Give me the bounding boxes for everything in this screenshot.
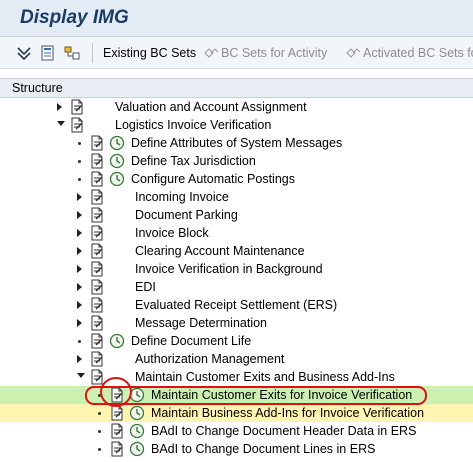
tree-node[interactable]: Maintain Customer Exits and Business Add…: [0, 368, 473, 386]
expand-subtree-icon[interactable]: [16, 45, 32, 61]
expand-arrow-icon[interactable]: [76, 228, 84, 238]
leaf-bullet: [78, 160, 81, 163]
execute-activity-icon[interactable]: [109, 333, 125, 349]
leaf-bullet: [78, 178, 81, 181]
activated-bc-sets-button[interactable]: Activated BC Sets fo: [345, 46, 473, 60]
expand-arrow-icon[interactable]: [76, 282, 84, 292]
annotation-rectangle: [85, 386, 427, 405]
tree-node-label[interactable]: Valuation and Account Assignment: [115, 100, 307, 114]
expand-arrow-icon[interactable]: [76, 300, 84, 310]
execute-activity-icon[interactable]: [129, 405, 145, 421]
tree-node-label[interactable]: Message Determination: [135, 316, 267, 330]
tree-node-label[interactable]: Authorization Management: [135, 352, 284, 366]
tree-node-label[interactable]: Clearing Account Maintenance: [135, 244, 305, 258]
documentation-icon[interactable]: [89, 351, 105, 367]
bc-set-icon: [203, 47, 219, 59]
bc-sets-for-activity-button[interactable]: BC Sets for Activity: [203, 46, 327, 60]
expand-arrow-icon[interactable]: [76, 264, 84, 274]
tree-node-label[interactable]: BAdI to Change Document Lines in ERS: [151, 442, 375, 456]
documentation-icon[interactable]: [109, 423, 125, 439]
tree-node[interactable]: Authorization Management: [0, 350, 473, 368]
tree-node[interactable]: Evaluated Receipt Settlement (ERS): [0, 296, 473, 314]
collapse-arrow-icon[interactable]: [76, 372, 85, 382]
leaf-bullet: [78, 142, 81, 145]
tree-node-label[interactable]: Define Document Life: [131, 334, 251, 348]
leaf-bullet: [98, 448, 101, 451]
tree-node[interactable]: Clearing Account Maintenance: [0, 242, 473, 260]
toolbar-separator: [92, 43, 93, 63]
leaf-bullet: [98, 412, 101, 415]
tree-node-label[interactable]: Invoice Block: [135, 226, 209, 240]
execute-activity-icon[interactable]: [109, 153, 125, 169]
tree-node-label[interactable]: Document Parking: [135, 208, 238, 222]
execute-activity-icon[interactable]: [129, 441, 145, 457]
documentation-icon[interactable]: [89, 315, 105, 331]
tree-node[interactable]: Define Document Life: [0, 332, 473, 350]
expand-arrow-icon[interactable]: [76, 318, 84, 328]
window-title: Display IMG: [20, 7, 129, 28]
tree-node-label[interactable]: BAdI to Change Document Header Data in E…: [151, 424, 416, 438]
tree-node-label[interactable]: EDI: [135, 280, 156, 294]
tree-node[interactable]: Valuation and Account Assignment: [0, 98, 473, 116]
bc-set-icon: [345, 47, 361, 59]
existing-bc-sets-button[interactable]: Existing BC Sets: [103, 46, 196, 60]
documentation-icon[interactable]: [69, 117, 85, 133]
tree-node-label[interactable]: Incoming Invoice: [135, 190, 229, 204]
documentation-icon[interactable]: [89, 225, 105, 241]
documentation-icon[interactable]: [69, 99, 85, 115]
hierarchy-icon[interactable]: [64, 45, 80, 61]
tree-node-label[interactable]: Configure Automatic Postings: [131, 172, 295, 186]
structure-header: Structure: [0, 78, 473, 98]
documentation-icon[interactable]: [89, 333, 105, 349]
tree-node[interactable]: Invoice Verification in Background: [0, 260, 473, 278]
tree-node[interactable]: Message Determination: [0, 314, 473, 332]
expand-arrow-icon[interactable]: [56, 102, 64, 112]
tree-node[interactable]: Configure Automatic Postings: [0, 170, 473, 188]
tree-node-label[interactable]: Logistics Invoice Verification: [115, 118, 271, 132]
tree-node[interactable]: BAdI to Change Document Header Data in E…: [0, 422, 473, 440]
documentation-icon[interactable]: [89, 297, 105, 313]
expand-arrow-icon[interactable]: [76, 354, 84, 364]
documentation-icon[interactable]: [89, 243, 105, 259]
activated-bc-sets-label: Activated BC Sets fo: [363, 46, 473, 60]
tree-node[interactable]: Invoice Block: [0, 224, 473, 242]
tree-node-label[interactable]: Define Tax Jurisdiction: [131, 154, 256, 168]
toolbar: Existing BC Sets BC Sets for Activity Ac…: [0, 37, 473, 69]
tree-node-label[interactable]: Maintain Business Add-Ins for Invoice Ve…: [151, 406, 424, 420]
documentation-icon[interactable]: [89, 153, 105, 169]
tree-node-label[interactable]: Maintain Customer Exits and Business Add…: [135, 370, 395, 384]
collapse-arrow-icon[interactable]: [56, 120, 65, 130]
tree-node[interactable]: Document Parking: [0, 206, 473, 224]
execute-activity-icon[interactable]: [129, 423, 145, 439]
tree-node-label[interactable]: Define Attributes of System Messages: [131, 136, 342, 150]
tree-node[interactable]: Logistics Invoice Verification: [0, 116, 473, 134]
bc-sets-for-activity-label: BC Sets for Activity: [221, 46, 328, 60]
tree-node-label[interactable]: Evaluated Receipt Settlement (ERS): [135, 298, 337, 312]
documentation-icon[interactable]: [89, 135, 105, 151]
tree-node[interactable]: Define Tax Jurisdiction: [0, 152, 473, 170]
tree-node[interactable]: Maintain Business Add-Ins for Invoice Ve…: [0, 404, 473, 422]
leaf-bullet: [98, 430, 101, 433]
details-icon[interactable]: [40, 45, 56, 61]
execute-activity-icon[interactable]: [109, 171, 125, 187]
tree-node[interactable]: Incoming Invoice: [0, 188, 473, 206]
title-bar: Display IMG: [0, 0, 473, 37]
execute-activity-icon[interactable]: [109, 135, 125, 151]
documentation-icon[interactable]: [89, 261, 105, 277]
expand-arrow-icon[interactable]: [76, 210, 84, 220]
expand-arrow-icon[interactable]: [76, 192, 84, 202]
documentation-icon[interactable]: [89, 171, 105, 187]
documentation-icon[interactable]: [109, 441, 125, 457]
tree-node[interactable]: EDI: [0, 278, 473, 296]
documentation-icon[interactable]: [89, 207, 105, 223]
expand-arrow-icon[interactable]: [76, 246, 84, 256]
tree-node[interactable]: BAdI to Change Document Lines in ERS: [0, 440, 473, 458]
leaf-bullet: [78, 340, 81, 343]
documentation-icon[interactable]: [109, 405, 125, 421]
documentation-icon[interactable]: [89, 189, 105, 205]
tree-node[interactable]: Define Attributes of System Messages: [0, 134, 473, 152]
documentation-icon[interactable]: [89, 279, 105, 295]
tree-node-label[interactable]: Invoice Verification in Background: [135, 262, 323, 276]
